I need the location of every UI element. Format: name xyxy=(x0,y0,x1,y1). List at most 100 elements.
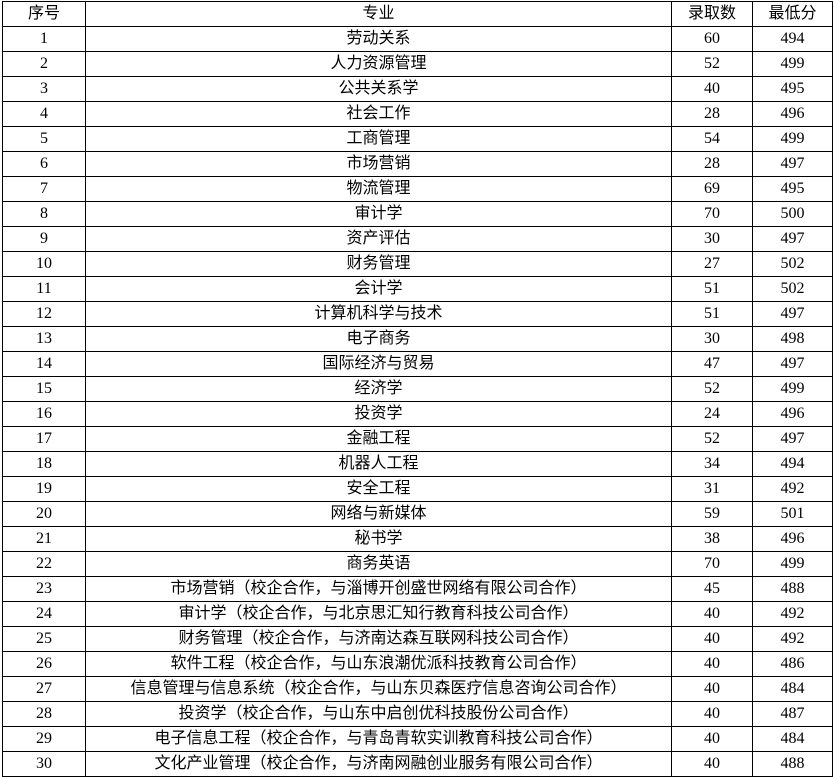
table-row: 25 财务管理（校企合作，与济南达森互联网科技公司合作） 40 492 xyxy=(2,626,833,652)
cell-major: 审计学（校企合作，与北京思汇知行教育科技公司合作） xyxy=(85,601,672,627)
table-row: 29 电子信息工程（校企合作，与青岛青软实训教育科技公司合作） 40 484 xyxy=(2,726,833,752)
table-row: 22 商务英语 70 499 xyxy=(2,551,833,577)
cell-count: 70 xyxy=(671,551,753,577)
cell-major: 信息管理与信息系统（校企合作，与山东贝森医疗信息咨询公司合作） xyxy=(85,676,672,702)
cell-seq: 30 xyxy=(2,751,86,777)
cell-seq: 17 xyxy=(2,426,86,452)
table-row: 15 经济学 52 499 xyxy=(2,376,833,402)
cell-count: 52 xyxy=(671,376,753,402)
cell-count: 40 xyxy=(671,701,753,727)
cell-major: 人力资源管理 xyxy=(85,51,672,77)
cell-seq: 7 xyxy=(2,176,86,202)
table-row: 6 市场营销 28 497 xyxy=(2,151,833,177)
column-header-seq: 序号 xyxy=(2,1,86,27)
cell-major: 市场营销 xyxy=(85,151,672,177)
table-row: 4 社会工作 28 496 xyxy=(2,101,833,127)
cell-count: 30 xyxy=(671,326,753,352)
cell-major: 软件工程（校企合作，与山东浪潮优派科技教育公司合作） xyxy=(85,651,672,677)
cell-score: 502 xyxy=(752,251,833,277)
cell-score: 499 xyxy=(752,51,833,77)
cell-major: 电子信息工程（校企合作，与青岛青软实训教育科技公司合作） xyxy=(85,726,672,752)
cell-major: 电子商务 xyxy=(85,326,672,352)
cell-seq: 15 xyxy=(2,376,86,402)
cell-score: 497 xyxy=(752,301,833,327)
cell-major: 投资学 xyxy=(85,401,672,427)
cell-seq: 28 xyxy=(2,701,86,727)
cell-major: 安全工程 xyxy=(85,476,672,502)
cell-count: 54 xyxy=(671,126,753,152)
cell-seq: 18 xyxy=(2,451,86,477)
table-row: 9 资产评估 30 497 xyxy=(2,226,833,252)
cell-score: 488 xyxy=(752,751,833,777)
cell-seq: 9 xyxy=(2,226,86,252)
cell-major: 计算机科学与技术 xyxy=(85,301,672,327)
table-row: 12 计算机科学与技术 51 497 xyxy=(2,301,833,327)
cell-score: 492 xyxy=(752,601,833,627)
cell-major: 社会工作 xyxy=(85,101,672,127)
cell-count: 40 xyxy=(671,726,753,752)
cell-seq: 1 xyxy=(2,26,86,52)
table-row: 23 市场营销（校企合作，与淄博开创盛世网络有限公司合作） 45 488 xyxy=(2,576,833,602)
cell-major: 公共关系学 xyxy=(85,76,672,102)
table-row: 10 财务管理 27 502 xyxy=(2,251,833,277)
table-row: 14 国际经济与贸易 47 497 xyxy=(2,351,833,377)
cell-seq: 10 xyxy=(2,251,86,277)
cell-seq: 23 xyxy=(2,576,86,602)
cell-major: 资产评估 xyxy=(85,226,672,252)
table-row: 11 会计学 51 502 xyxy=(2,276,833,302)
table-row: 21 秘书学 38 496 xyxy=(2,526,833,552)
cell-seq: 27 xyxy=(2,676,86,702)
cell-score: 492 xyxy=(752,476,833,502)
cell-count: 51 xyxy=(671,301,753,327)
cell-score: 495 xyxy=(752,76,833,102)
cell-score: 498 xyxy=(752,326,833,352)
column-header-count: 录取数 xyxy=(671,1,753,27)
cell-count: 69 xyxy=(671,176,753,202)
cell-count: 28 xyxy=(671,151,753,177)
cell-seq: 3 xyxy=(2,76,86,102)
cell-seq: 24 xyxy=(2,601,86,627)
cell-score: 484 xyxy=(752,726,833,752)
cell-major: 市场营销（校企合作，与淄博开创盛世网络有限公司合作） xyxy=(85,576,672,602)
column-header-major: 专业 xyxy=(85,1,672,27)
cell-score: 494 xyxy=(752,451,833,477)
cell-seq: 25 xyxy=(2,626,86,652)
cell-major: 经济学 xyxy=(85,376,672,402)
cell-count: 60 xyxy=(671,26,753,52)
cell-seq: 21 xyxy=(2,526,86,552)
cell-count: 40 xyxy=(671,601,753,627)
cell-score: 496 xyxy=(752,526,833,552)
cell-seq: 22 xyxy=(2,551,86,577)
table-row: 18 机器人工程 34 494 xyxy=(2,451,833,477)
cell-score: 501 xyxy=(752,501,833,527)
cell-major: 财务管理 xyxy=(85,251,672,277)
cell-score: 484 xyxy=(752,676,833,702)
cell-seq: 19 xyxy=(2,476,86,502)
table-row: 26 软件工程（校企合作，与山东浪潮优派科技教育公司合作） 40 486 xyxy=(2,651,833,677)
cell-seq: 14 xyxy=(2,351,86,377)
cell-major: 国际经济与贸易 xyxy=(85,351,672,377)
table-row: 5 工商管理 54 499 xyxy=(2,126,833,152)
cell-major: 财务管理（校企合作，与济南达森互联网科技公司合作） xyxy=(85,626,672,652)
cell-score: 496 xyxy=(752,401,833,427)
cell-count: 40 xyxy=(671,676,753,702)
cell-count: 51 xyxy=(671,276,753,302)
cell-count: 45 xyxy=(671,576,753,602)
cell-score: 499 xyxy=(752,376,833,402)
cell-score: 497 xyxy=(752,151,833,177)
cell-seq: 13 xyxy=(2,326,86,352)
table-row: 28 投资学（校企合作，与山东中启创优科技股份公司合作） 40 487 xyxy=(2,701,833,727)
cell-major: 秘书学 xyxy=(85,526,672,552)
cell-seq: 8 xyxy=(2,201,86,227)
cell-seq: 20 xyxy=(2,501,86,527)
cell-score: 494 xyxy=(752,26,833,52)
cell-score: 502 xyxy=(752,276,833,302)
cell-major: 会计学 xyxy=(85,276,672,302)
cell-major: 物流管理 xyxy=(85,176,672,202)
table-row: 27 信息管理与信息系统（校企合作，与山东贝森医疗信息咨询公司合作） 40 484 xyxy=(2,676,833,702)
cell-score: 487 xyxy=(752,701,833,727)
cell-major: 工商管理 xyxy=(85,126,672,152)
cell-seq: 16 xyxy=(2,401,86,427)
cell-score: 486 xyxy=(752,651,833,677)
cell-seq: 29 xyxy=(2,726,86,752)
